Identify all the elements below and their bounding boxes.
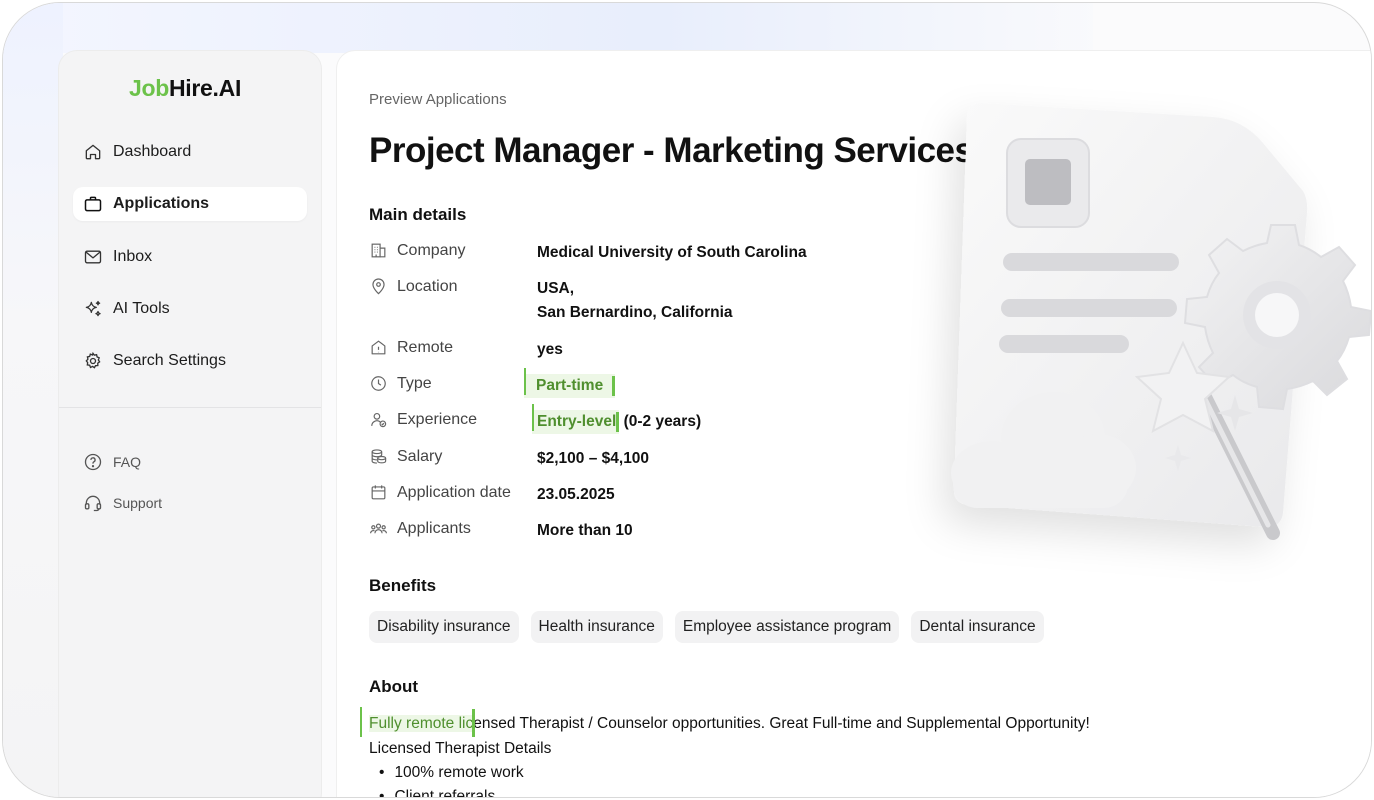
sidebar-item-label: FAQ [113,454,142,470]
sidebar-item-label: Dashboard [113,143,192,160]
detail-label-text: Applicants [397,519,471,537]
gear-icon [85,351,101,369]
detail-value-location-country: USA, [537,280,575,297]
benefits-list: Disability insurance Health insurance Em… [369,611,1044,643]
detail-label-salary: Salary [369,447,442,466]
user-check-icon [371,412,387,428]
background-glow [3,3,1093,53]
ai-highlight: Entry-level [532,404,620,434]
benefit-chip: Dental insurance [911,611,1044,643]
headset-icon [84,495,102,512]
logo-text-rest: Hire.AI [169,75,242,101]
sidebar-item-label: Support [113,495,163,511]
home-icon [85,144,101,160]
sparkles-icon [85,300,101,317]
sidebar-item-label: Applications [113,195,210,212]
sidebar: JobHire.AI Dashboard Applications Inbox … [59,51,321,797]
app-logo[interactable]: JobHire.AI [129,75,241,102]
sidebar-item-label: Search Settings [113,352,226,369]
sidebar-item-label: Inbox [113,248,153,265]
list-item: Client referrals [379,788,495,797]
breadcrumb[interactable]: Preview Applications [369,91,507,108]
benefit-chip: Employee assistance program [674,611,900,643]
detail-value-location-city: San Bernardino, California [537,304,733,321]
briefcase-icon [84,196,102,212]
detail-value-salary: $2,100 – $4,100 [537,450,650,467]
detail-label-text: Application date [397,483,511,501]
benefit-chip: Disability insurance [369,611,519,643]
about-subheading: Licensed Therapist Details [369,740,552,757]
clock-icon [371,376,386,391]
detail-label-text: Experience [397,410,478,428]
main-details-heading: Main details [369,205,467,224]
list-item: 100% remote work [379,764,523,782]
sidebar-divider [59,407,321,408]
sidebar-item-faq[interactable]: FAQ [73,448,141,476]
about-paragraph: Fully remote licensed Therapist / Counse… [369,715,1090,733]
house-remote-icon [371,340,386,355]
ai-highlight: Fully remote lic [369,715,474,732]
detail-label-company: Company [369,241,465,260]
ai-highlight: Part-time [524,368,616,398]
sidebar-item-ai-tools[interactable]: AI Tools [73,292,307,326]
detail-value-application-date: 23.05.2025 [537,486,615,503]
detail-label-text: Remote [397,338,454,356]
help-circle-icon [84,453,102,471]
detail-value-remote: yes [537,341,563,358]
sidebar-item-applications[interactable]: Applications [73,187,307,221]
sidebar-item-search-settings[interactable]: Search Settings [73,344,307,378]
detail-value-experience: Entry-level (0-2 years) [532,404,702,434]
coins-icon [371,449,387,464]
benefit-chip: Health insurance [530,611,663,643]
detail-label-text: Salary [397,447,443,465]
sidebar-item-support[interactable]: Support [73,489,162,517]
calendar-icon [371,485,386,500]
detail-label-remote: Remote [369,338,453,357]
benefits-heading: Benefits [369,576,437,595]
about-heading: About [369,677,419,696]
detail-label-application-date: Application date [369,483,511,502]
sidebar-item-dashboard[interactable]: Dashboard [73,135,307,169]
detail-value-company: Medical University of South Carolina [537,244,807,261]
detail-label-location: Location [369,277,458,296]
building-icon [371,243,386,258]
users-icon [369,523,388,534]
detail-value-type: Part-time [524,368,616,398]
detail-label-text: Company [397,241,466,259]
about-text-rest: ensed Therapist / Counselor opportunitie… [473,715,1090,732]
detail-label-experience: Experience [369,410,477,429]
app-window: JobHire.AI Dashboard Applications Inbox … [2,2,1372,798]
detail-label-text: Type [397,374,432,392]
document-settings-illustration [951,102,1371,540]
sidebar-item-inbox[interactable]: Inbox [73,240,307,274]
experience-years: (0-2 years) [619,413,702,430]
logo-text-job: Job [129,75,169,101]
detail-label-text: Location [397,277,458,295]
sidebar-item-label: AI Tools [113,300,170,317]
detail-label-applicants: Applicants [369,519,471,538]
detail-value-applicants: More than 10 [537,522,633,539]
detail-label-type: Type [369,374,432,393]
map-pin-icon [372,278,385,295]
background-glow-left [3,3,63,797]
mail-icon [84,250,102,264]
